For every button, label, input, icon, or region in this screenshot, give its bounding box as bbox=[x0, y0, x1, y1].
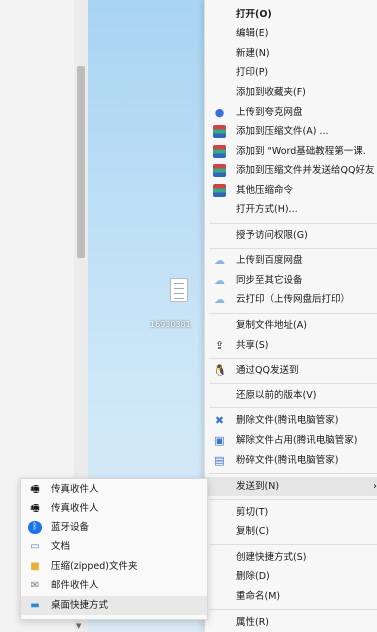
submenu-item-fax-recipient[interactable]: 🖷 传真收件人 bbox=[21, 499, 207, 518]
menu-item-open-with[interactable]: 打开方式(H)... bbox=[205, 200, 377, 219]
scrollbar-thumb[interactable] bbox=[77, 66, 85, 258]
file-name-label: 16930381 bbox=[150, 320, 191, 329]
menu-item-tencent-unlock[interactable]: ▣ 解除文件占用(腾讯电脑管家) bbox=[205, 431, 377, 450]
menu-item-new[interactable]: 新建(N) bbox=[205, 44, 377, 63]
winrar-icon bbox=[213, 145, 226, 158]
quark-cloud-icon: ● bbox=[214, 106, 225, 119]
send-to-submenu: 🖷 传真收件人 🖷 传真收件人 ᛒ 蓝牙设备 ▭ 文档 ■ 压缩(zipped)文件夹 ✉… bbox=[20, 478, 208, 620]
fax-icon: 🖷 bbox=[30, 484, 40, 495]
qq-icon: 🐧 bbox=[213, 364, 227, 377]
menu-separator bbox=[209, 223, 377, 224]
submenu-item-zip-folder[interactable]: ■ 压缩(zipped)文件夹 bbox=[21, 557, 207, 576]
document-file-icon bbox=[170, 278, 188, 302]
menu-separator bbox=[209, 407, 377, 408]
menu-item-cloud-print[interactable]: ☁ 云打印（上传网盘后打印） bbox=[205, 290, 377, 309]
baidu-cloud-icon: ☁ bbox=[214, 254, 225, 267]
file-item[interactable]: 16930381 bbox=[150, 276, 210, 336]
menu-item-edit[interactable]: 编辑(E) bbox=[205, 24, 377, 43]
menu-item-restore-versions[interactable]: 还原以前的版本(V) bbox=[205, 386, 377, 405]
submenu-item-bluetooth[interactable]: ᛒ 蓝牙设备 bbox=[21, 518, 207, 537]
bluetooth-icon: ᛒ bbox=[28, 521, 42, 534]
fax-icon: 🖷 bbox=[30, 503, 40, 514]
menu-item-copy[interactable]: 复制(C) bbox=[205, 522, 377, 541]
winrar-icon bbox=[213, 164, 226, 177]
mail-icon: ✉ bbox=[30, 580, 40, 591]
menu-item-cut[interactable]: 剪切(T) bbox=[205, 503, 377, 522]
submenu-item-documents[interactable]: ▭ 文档 bbox=[21, 537, 207, 556]
tencent-delete-icon: ✖ bbox=[214, 414, 225, 427]
tencent-unlock-icon: ▣ bbox=[214, 434, 225, 447]
menu-item-send-to[interactable]: 发送到(N) bbox=[205, 477, 377, 496]
menu-separator bbox=[209, 499, 377, 500]
share-icon: ⇪ bbox=[214, 339, 225, 352]
submenu-item-fax-recipient[interactable]: 🖷 传真收件人 bbox=[21, 480, 207, 499]
context-menu: 打开(O) 编辑(E) 新建(N) 打印(P) 添加到收藏夹(F) ● 上传到夸克… bbox=[204, 0, 377, 632]
menu-item-copy-path[interactable]: 复制文件地址(A) bbox=[205, 316, 377, 335]
baidu-cloud-icon: ☁ bbox=[214, 293, 225, 306]
menu-separator bbox=[209, 544, 377, 545]
menu-item-delete[interactable]: 删除(D) bbox=[205, 567, 377, 586]
desktop-icon: ▬ bbox=[30, 600, 40, 611]
menu-item-upload-quark[interactable]: ● 上传到夸克网盘 bbox=[205, 103, 377, 122]
documents-icon: ▭ bbox=[30, 541, 40, 552]
tencent-shred-icon: ▤ bbox=[214, 454, 225, 467]
winrar-icon bbox=[213, 125, 226, 138]
submenu-item-desktop-shortcut[interactable]: ▬ 桌面快捷方式 bbox=[21, 596, 207, 615]
menu-separator bbox=[209, 358, 377, 359]
menu-item-tencent-shred[interactable]: ▤ 粉碎文件(腾讯电脑管家) bbox=[205, 451, 377, 470]
menu-separator bbox=[209, 473, 377, 474]
menu-item-archive-send-qq[interactable]: 添加到压缩文件并发送给QQ好友 bbox=[205, 161, 377, 180]
winrar-icon bbox=[213, 184, 226, 197]
menu-item-sync-devices[interactable]: ☁ 同步至其它设备 bbox=[205, 271, 377, 290]
baidu-cloud-icon: ☁ bbox=[214, 274, 225, 287]
menu-separator bbox=[209, 313, 377, 314]
menu-separator bbox=[209, 383, 377, 384]
menu-item-send-via-qq[interactable]: 🐧 通过QQ发送到 bbox=[205, 361, 377, 380]
submenu-item-mail-recipient[interactable]: ✉ 邮件收件人 bbox=[21, 576, 207, 595]
menu-item-properties[interactable]: 属性(R) bbox=[205, 613, 377, 632]
menu-item-add-favorites[interactable]: 添加到收藏夹(F) bbox=[205, 83, 377, 102]
scroll-down-arrow-icon[interactable]: ▼ bbox=[76, 622, 81, 630]
menu-item-create-shortcut[interactable]: 创建快捷方式(S) bbox=[205, 548, 377, 567]
menu-item-tencent-delete[interactable]: ✖ 删除文件(腾讯电脑管家) bbox=[205, 411, 377, 430]
menu-item-grant-access[interactable]: 授予访问权限(G) bbox=[205, 226, 377, 245]
menu-item-upload-baidu[interactable]: ☁ 上传到百度网盘 bbox=[205, 251, 377, 270]
menu-item-add-to-named-archive[interactable]: 添加到 "Word基础教程第一课. bbox=[205, 142, 377, 161]
menu-item-rename[interactable]: 重命名(M) bbox=[205, 587, 377, 606]
menu-item-other-archive[interactable]: 其他压缩命令 bbox=[205, 181, 377, 200]
menu-item-print[interactable]: 打印(P) bbox=[205, 63, 377, 82]
zip-folder-icon: ■ bbox=[30, 561, 40, 572]
menu-item-open[interactable]: 打开(O) bbox=[205, 5, 377, 24]
menu-separator bbox=[209, 609, 377, 610]
menu-item-add-archive[interactable]: 添加到压缩文件(A) ... bbox=[205, 122, 377, 141]
menu-item-share[interactable]: ⇪ 共享(S) bbox=[205, 336, 377, 355]
menu-separator bbox=[209, 248, 377, 249]
